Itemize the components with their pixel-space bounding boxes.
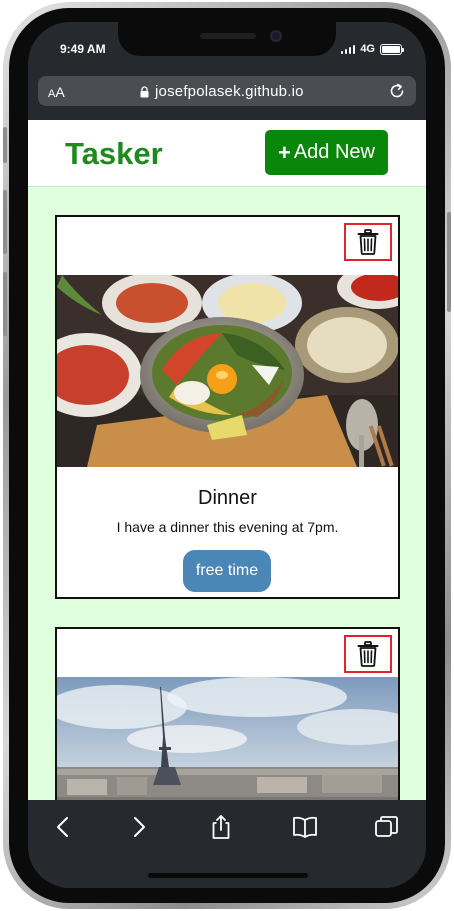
url-text: josefpolasek.github.io	[155, 83, 304, 100]
notch	[118, 22, 336, 56]
mute-switch	[3, 127, 7, 163]
share-icon[interactable]	[208, 814, 234, 840]
back-icon[interactable]	[50, 814, 76, 840]
task-title: Dinner	[198, 487, 257, 509]
address-bar[interactable]: AA josefpolasek.github.io	[38, 76, 416, 106]
signal-icon	[340, 44, 356, 54]
task-image	[57, 677, 398, 800]
volume-down-button	[3, 272, 7, 336]
tabs-icon[interactable]	[374, 814, 400, 840]
add-new-button[interactable]: + Add New	[265, 130, 388, 175]
task-description: I have a dinner this evening at 7pm.	[116, 519, 339, 535]
app-header: Tasker + Add New	[28, 120, 426, 187]
status-time: 9:49 AM	[60, 42, 106, 56]
task-tag-button[interactable]: free time	[183, 550, 271, 592]
battery-icon	[380, 43, 404, 55]
forward-icon[interactable]	[126, 814, 152, 840]
lock-icon	[140, 85, 149, 97]
speaker-grille	[200, 33, 256, 39]
volume-up-button	[3, 190, 7, 254]
reload-icon[interactable]	[388, 82, 406, 100]
bookmarks-icon[interactable]	[292, 814, 318, 840]
web-content[interactable]: Tasker + Add New Dinner I have a dinner …	[28, 120, 426, 800]
network-type: 4G	[360, 43, 375, 55]
plus-icon: +	[277, 139, 291, 165]
task-image	[57, 275, 398, 467]
delete-task-button[interactable]	[344, 635, 392, 673]
bibimbap-food-photo	[57, 275, 398, 467]
browser-toolbar	[28, 800, 426, 888]
add-new-label: Add New	[293, 141, 375, 163]
brand-logo[interactable]: Tasker	[65, 136, 163, 172]
task-card	[55, 627, 400, 800]
eiffel-tower-paris-photo	[57, 677, 398, 800]
front-camera	[270, 30, 282, 42]
url-display[interactable]: josefpolasek.github.io	[140, 83, 304, 100]
trash-icon	[357, 641, 379, 667]
power-button	[447, 212, 451, 312]
text-size-button[interactable]: AA	[48, 84, 65, 100]
task-card: Dinner I have a dinner this evening at 7…	[55, 215, 400, 599]
phone-screen: 9:49 AM 4G AA josefpolasek.github.io Tas…	[28, 22, 426, 888]
status-indicators: 4G	[340, 43, 404, 55]
trash-icon	[357, 229, 379, 255]
delete-task-button[interactable]	[344, 223, 392, 261]
home-indicator[interactable]	[148, 873, 308, 878]
